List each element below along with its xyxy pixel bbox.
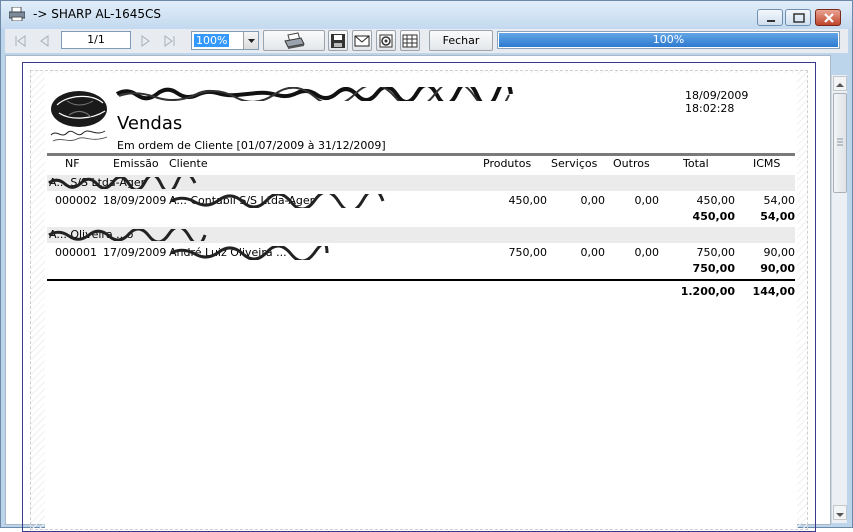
subtotal-total: 450,00 [692, 210, 735, 223]
cell-produtos: 750,00 [508, 246, 548, 259]
report-title: Vendas [117, 113, 183, 134]
col-emissao: Emissão [113, 157, 159, 170]
cell-outros: 0,00 [634, 194, 660, 207]
email-icon [354, 35, 370, 46]
grid-button[interactable] [400, 30, 420, 51]
close-icon [824, 13, 834, 23]
preview-toolbar: 1/1 100% Fechar 100% [5, 29, 848, 53]
close-preview-button[interactable]: Fechar [429, 30, 493, 51]
cell-outros: 0,00 [634, 246, 660, 259]
group-subtotal-row: 450,00 54,00 [47, 209, 795, 225]
col-nf: NF [65, 157, 80, 170]
cell-icms: 54,00 [763, 194, 796, 207]
scroll-up-icon [836, 83, 844, 87]
cell-total: 450,00 [696, 194, 736, 207]
grand-total: 1.200,00 [680, 285, 735, 298]
col-total: Total [683, 157, 709, 170]
zoom-select[interactable]: 100% [191, 31, 259, 50]
restore-icon [793, 13, 805, 23]
report-subtitle: Em ordem de Cliente [01/07/2009 à 31/12/… [117, 139, 386, 152]
vertical-scrollbar[interactable] [831, 75, 847, 523]
subtotal-total: 750,00 [692, 262, 735, 275]
grid-icon [402, 34, 418, 47]
progress-bar: 100% [497, 31, 840, 49]
cell-servicos: 0,00 [580, 246, 606, 259]
table-row: 000001 17/09/2009 André Luiz Oliveira ..… [47, 245, 795, 261]
page-number-field[interactable]: 1/1 [61, 31, 131, 49]
progress-label: 100% [652, 33, 685, 46]
print-button[interactable] [263, 30, 325, 51]
company-name-redacted [115, 87, 513, 101]
prev-page-button[interactable] [33, 30, 55, 51]
minimize-icon [767, 20, 775, 22]
prev-page-icon [40, 34, 49, 47]
grand-total-icms: 144,00 [752, 285, 795, 298]
save-icon [331, 33, 345, 48]
subtotal-icms: 54,00 [760, 210, 795, 223]
grand-total-row: 1.200,00 144,00 [47, 284, 795, 300]
report-preview-area[interactable]: 18/09/2009 18:02:28 Vendas Em ordem de C… [5, 55, 831, 532]
last-page-button[interactable] [159, 30, 181, 51]
next-page-icon [141, 34, 150, 47]
cell-servicos: 0,00 [580, 194, 606, 207]
close-window-button[interactable] [815, 9, 841, 26]
report-page: 18/09/2009 18:02:28 Vendas Em ordem de C… [30, 70, 808, 530]
company-logo [50, 91, 108, 142]
scrollbar-thumb[interactable] [833, 93, 847, 193]
first-page-icon [15, 34, 26, 47]
group-header: A... Oliveira ...o [47, 227, 795, 243]
cell-produtos: 450,00 [508, 194, 548, 207]
first-page-button[interactable] [9, 30, 31, 51]
header-rule [47, 153, 795, 156]
col-icms: ICMS [753, 157, 781, 170]
redaction-scribble [170, 194, 385, 208]
window-title: -> SHARP AL-1645CS [33, 7, 161, 21]
cell-nf: 000002 [55, 194, 97, 207]
table-row: 000002 18/09/2009 A... Contabil S/S Ltda… [47, 193, 795, 209]
group-subtotal-row: 750,00 90,00 [47, 261, 795, 277]
column-header-row: NF Emissão Cliente Produtos Serviços Out… [47, 157, 795, 171]
maximize-button[interactable] [785, 9, 811, 26]
scroll-down-icon [836, 513, 844, 517]
email-button[interactable] [352, 30, 372, 51]
report-page-content: 18/09/2009 18:02:28 Vendas Em ordem de C… [45, 73, 797, 529]
col-outros: Outros [613, 157, 650, 170]
cell-icms: 90,00 [763, 246, 796, 259]
last-page-icon [164, 34, 175, 47]
title-bar[interactable]: -> SHARP AL-1645CS [1, 1, 852, 29]
scroll-up-button[interactable] [833, 76, 847, 91]
col-cliente: Cliente [169, 157, 208, 170]
cell-emissao: 18/09/2009 [103, 194, 167, 207]
print-preview-window: -> SHARP AL-1645CS 1/1 100% Fechar 100% … [0, 0, 853, 532]
subtotal-icms: 90,00 [760, 262, 795, 275]
minimize-button[interactable] [757, 9, 783, 26]
redaction-scribble [170, 246, 329, 260]
redaction-scribble [48, 177, 197, 189]
save-button[interactable] [328, 30, 348, 51]
printer-icon [284, 31, 305, 49]
report-datetime: 18/09/2009 18:02:28 [685, 89, 749, 115]
chevron-down-icon[interactable] [243, 32, 258, 49]
cell-emissao: 17/09/2009 [103, 246, 167, 259]
cell-nf: 000001 [55, 246, 97, 259]
print-setup-icon [379, 34, 393, 47]
next-page-button[interactable] [135, 30, 157, 51]
printer-app-icon [9, 7, 25, 21]
cell-total: 750,00 [696, 246, 736, 259]
zoom-value: 100% [194, 34, 230, 47]
scroll-down-button[interactable] [833, 505, 847, 520]
group-header: A... S/S Ltda-Ager [47, 175, 795, 191]
print-setup-button[interactable] [376, 30, 396, 51]
total-rule [47, 279, 795, 281]
redaction-scribble [48, 229, 207, 241]
col-servicos: Serviços [551, 157, 598, 170]
col-produtos: Produtos [483, 157, 532, 170]
